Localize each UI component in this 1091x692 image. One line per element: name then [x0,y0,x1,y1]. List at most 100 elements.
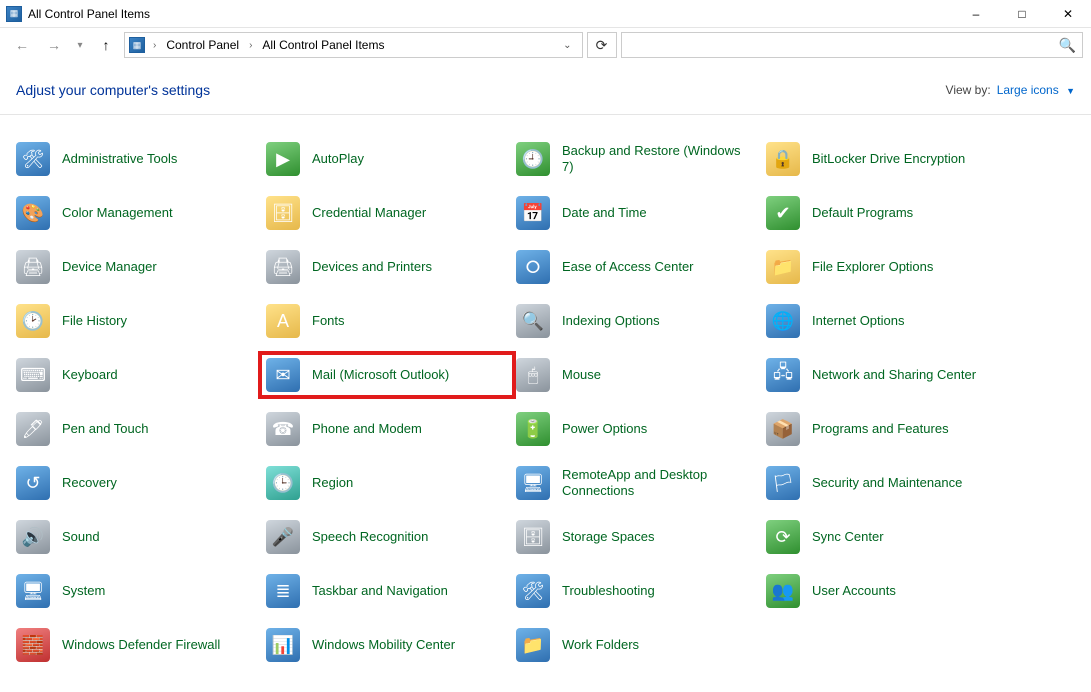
window-title: All Control Panel Items [28,7,150,21]
cpl-item-power-options[interactable]: 🔋Power Options [512,409,762,449]
cpl-item-work-folders[interactable]: 📁Work Folders [512,625,762,665]
cpl-item-mail-microsoft-outlook[interactable]: ✉Mail (Microsoft Outlook) [258,351,516,399]
speech-recognition-icon: 🎤 [266,520,300,554]
cpl-item-keyboard[interactable]: ⌨Keyboard [12,355,262,395]
cpl-item-label: Region [312,475,353,491]
cpl-item-label: Mail (Microsoft Outlook) [312,367,453,383]
cpl-item-date-and-time[interactable]: 📅 Date and Time [512,193,762,233]
window-controls: – □ ✕ [953,0,1091,27]
cpl-item-programs-and-features[interactable]: 📦 Programs and Features [762,409,1012,449]
cpl-item-file-explorer-options[interactable]: 📁File Explorer Options [762,247,1012,287]
back-button[interactable]: ← [8,32,36,58]
phone-and-modem-icon: ☎ [266,412,300,446]
cpl-item-label: Internet Options [812,313,905,329]
cpl-item-autoplay[interactable]: ▶ AutoPlay [262,139,512,179]
breadcrumb-current[interactable]: All Control Panel Items [260,38,386,52]
work-folders-icon: 📁 [516,628,550,662]
cpl-item-ease-of-access-center[interactable]: ⭘Ease of Access Center [512,247,762,287]
items-grid: 🛠Administrative Tools▶ AutoPlay 🕘Backup an… [0,115,1091,689]
cpl-item-color-management[interactable]: 🎨Color Management [12,193,262,233]
pen-and-touch-icon: 🖊 [16,412,50,446]
cpl-item-remoteapp-and-desktop-connections[interactable]: 🖥RemoteApp and Desktop Connections [512,463,762,503]
cpl-item-bitlocker-drive-encryption[interactable]: 🔒 BitLocker Drive Encryption [762,139,1012,179]
header-row: Adjust your computer's settings View by:… [0,62,1091,115]
date-and-time-icon: 📅 [516,196,550,230]
administrative-tools-icon: 🛠 [16,142,50,176]
cpl-item-system[interactable]: 🖥System [12,571,262,611]
cpl-item-label: Phone and Modem [312,421,422,437]
cpl-item-file-history[interactable]: 🕑File History [12,301,262,341]
cpl-item-region[interactable]: 🕒 Region [262,463,512,503]
search-icon: 🔍 [1059,37,1076,54]
cpl-item-backup-and-restore-windows-7[interactable]: 🕘Backup and Restore (Windows 7) [512,139,762,179]
cpl-item-label: Date and Time [562,205,647,221]
autoplay-icon: ▶ [266,142,300,176]
close-button[interactable]: ✕ [1045,0,1091,27]
cpl-item-label: User Accounts [812,583,896,599]
address-dropdown-icon[interactable]: ⌄ [557,40,577,51]
cpl-item-troubleshooting[interactable]: 🛠Troubleshooting [512,571,762,611]
file-history-icon: 🕑 [16,304,50,338]
chevron-right-icon[interactable]: › [149,40,160,51]
cpl-item-sync-center[interactable]: ⟳Sync Center [762,517,1012,557]
storage-spaces-icon: 🗄 [516,520,550,554]
cpl-item-label: Network and Sharing Center [812,367,976,383]
taskbar-and-navigation-icon: ≣ [266,574,300,608]
maximize-button[interactable]: □ [999,0,1045,27]
cpl-item-label: Color Management [62,205,173,221]
cpl-item-phone-and-modem[interactable]: ☎ Phone and Modem [262,409,512,449]
cpl-item-recovery[interactable]: ↺Recovery [12,463,262,503]
cpl-item-sound[interactable]: 🔊Sound [12,517,262,557]
cpl-item-credential-manager[interactable]: 🗄Credential Manager [262,193,512,233]
keyboard-icon: ⌨ [16,358,50,392]
bitlocker-drive-encryption-icon: 🔒 [766,142,800,176]
fonts-icon: A [266,304,300,338]
address-bar[interactable]: ▦ › Control Panel › All Control Panel It… [124,32,583,58]
default-programs-icon: ✔ [766,196,800,230]
cpl-item-taskbar-and-navigation[interactable]: ≣Taskbar and Navigation [262,571,512,611]
cpl-item-administrative-tools[interactable]: 🛠Administrative Tools [12,139,262,179]
cpl-item-user-accounts[interactable]: 👥 User Accounts [762,571,1012,611]
backup-and-restore-windows-7-icon: 🕘 [516,142,550,176]
cpl-item-devices-and-printers[interactable]: 🖨Devices and Printers [262,247,512,287]
windows-defender-firewall-icon: 🧱 [16,628,50,662]
search-box[interactable]: 🔍 [621,32,1084,58]
cpl-item-internet-options[interactable]: 🌐Internet Options [762,301,1012,341]
recovery-icon: ↺ [16,466,50,500]
cpl-item-security-and-maintenance[interactable]: 🏳Security and Maintenance [762,463,1012,503]
cpl-item-mouse[interactable]: 🖱Mouse [512,355,762,395]
cpl-item-default-programs[interactable]: ✔Default Programs [762,193,1012,233]
user-accounts-icon: 👥 [766,574,800,608]
programs-and-features-icon: 📦 [766,412,800,446]
cpl-item-device-manager[interactable]: 🖨Device Manager [12,247,262,287]
minimize-button[interactable]: – [953,0,999,27]
cpl-item-windows-mobility-center[interactable]: 📊Windows Mobility Center [262,625,512,665]
breadcrumb-root[interactable]: Control Panel [164,38,241,52]
viewby-value: Large icons [997,83,1059,97]
cpl-item-pen-and-touch[interactable]: 🖊Pen and Touch [12,409,262,449]
forward-button[interactable]: → [40,32,68,58]
sync-center-icon: ⟳ [766,520,800,554]
up-button[interactable]: ↑ [92,32,120,58]
cpl-item-storage-spaces[interactable]: 🗄 Storage Spaces [512,517,762,557]
cpl-item-network-and-sharing-center[interactable]: 🖧Network and Sharing Center [762,355,1012,395]
chevron-right-icon[interactable]: › [245,40,256,51]
cpl-item-label: Programs and Features [812,421,949,437]
title-bar: ▦ All Control Panel Items – □ ✕ [0,0,1091,28]
cpl-item-windows-defender-firewall[interactable]: 🧱Windows Defender Firewall [12,625,262,665]
viewby-dropdown[interactable]: Large icons ▼ [997,83,1075,97]
cpl-item-label: Devices and Printers [312,259,432,275]
indexing-options-icon: 🔍 [516,304,550,338]
region-icon: 🕒 [266,466,300,500]
cpl-item-label: Storage Spaces [562,529,655,545]
cpl-item-label: AutoPlay [312,151,364,167]
navigation-bar: ← → ▾ ↑ ▦ › Control Panel › All Control … [0,28,1091,62]
system-icon: 🖥 [16,574,50,608]
cpl-item-fonts[interactable]: AFonts [262,301,512,341]
cpl-item-label: Credential Manager [312,205,426,221]
cpl-item-label: BitLocker Drive Encryption [812,151,965,167]
recent-locations-button[interactable]: ▾ [72,32,88,58]
refresh-button[interactable]: ⟳ [587,32,617,58]
cpl-item-speech-recognition[interactable]: 🎤Speech Recognition [262,517,512,557]
cpl-item-indexing-options[interactable]: 🔍Indexing Options [512,301,762,341]
